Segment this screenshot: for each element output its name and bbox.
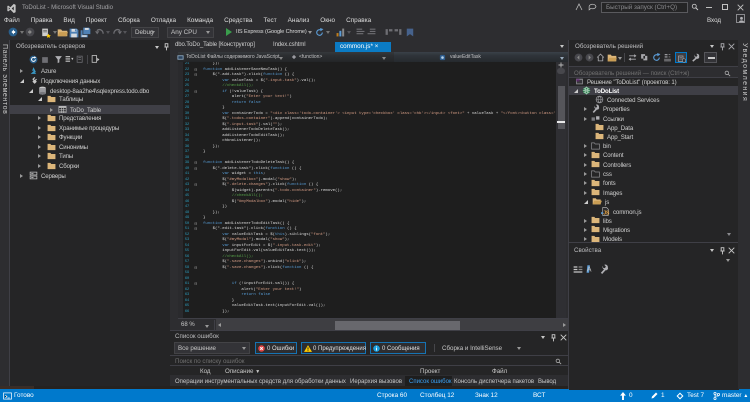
svg-text:JS: JS [603, 210, 610, 216]
svg-text:A: A [587, 267, 592, 274]
